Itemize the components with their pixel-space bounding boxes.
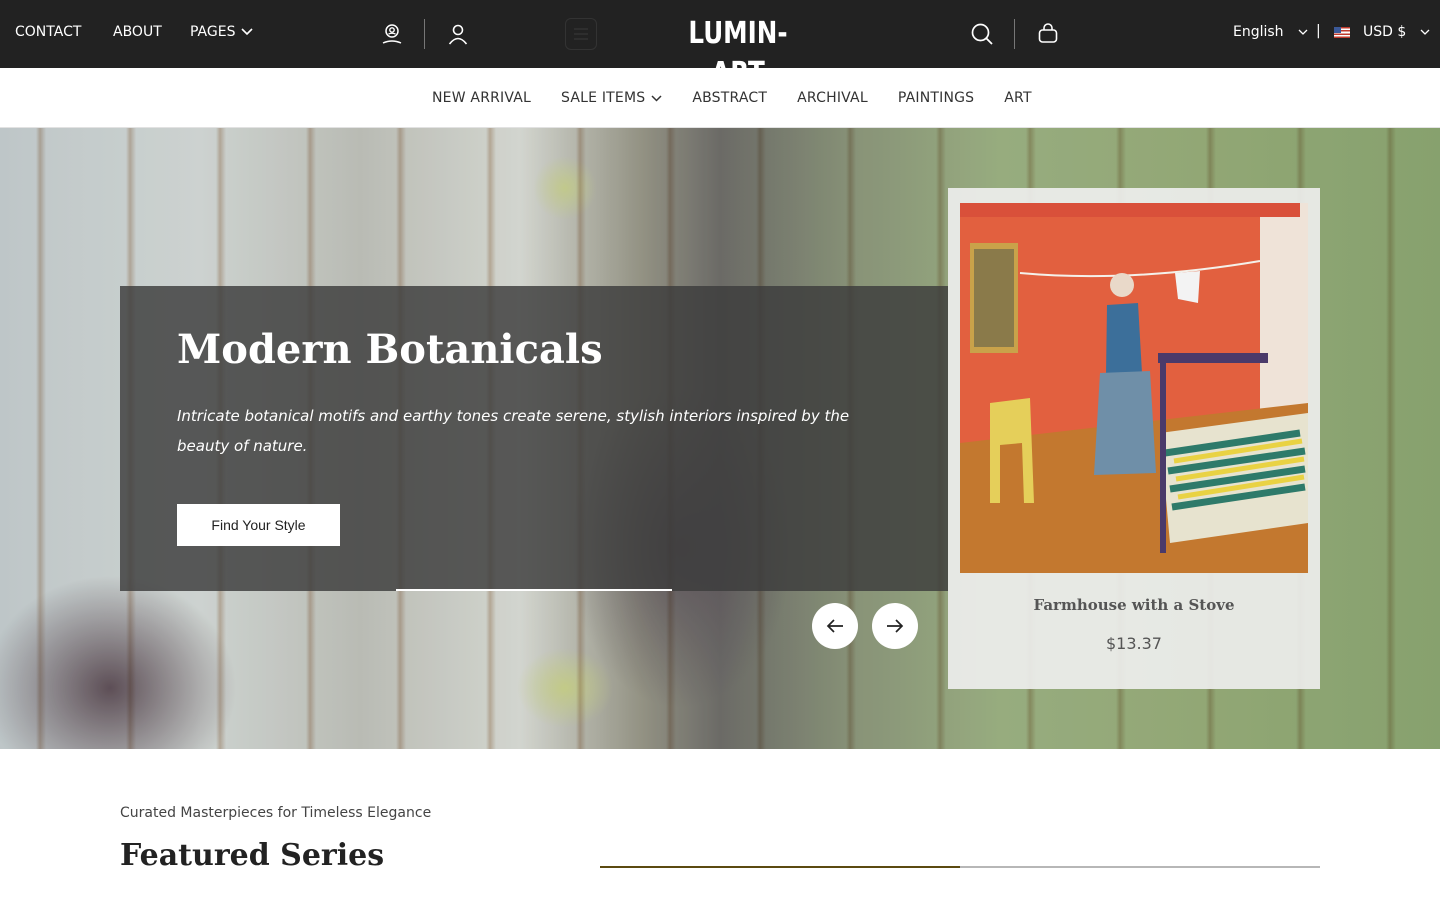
- slide-progress-bar: [396, 589, 672, 591]
- hero-description: Intricate botanical motifs and earthy to…: [177, 407, 850, 455]
- site-logo[interactable]: LUMIN-ART: [667, 14, 808, 91]
- chevron-down-icon: [651, 94, 662, 102]
- selector-separator: |: [1316, 23, 1321, 39]
- hamburger-icon: [574, 28, 588, 40]
- nav-sale-items[interactable]: SALE ITEMS: [561, 90, 662, 106]
- pages-label: PAGES: [190, 24, 236, 40]
- nav-archival[interactable]: ARCHIVAL: [797, 90, 868, 106]
- chevron-down-icon: [241, 28, 254, 36]
- currency-label: USD $: [1363, 24, 1407, 40]
- find-your-style-button[interactable]: Find Your Style: [177, 504, 340, 546]
- main-navigation: NEW ARRIVAL SALE ITEMS ABSTRACT ARCHIVAL…: [0, 68, 1440, 128]
- menu-toggle-button[interactable]: [565, 18, 597, 50]
- pages-menu[interactable]: PAGES: [190, 24, 254, 40]
- us-flag-icon: [1334, 26, 1350, 38]
- divider: [1014, 19, 1015, 49]
- nav-paintings[interactable]: PAINTINGS: [898, 90, 974, 106]
- nav-new-arrival[interactable]: NEW ARRIVAL: [432, 90, 531, 106]
- shopping-bag-icon: [1038, 23, 1058, 43]
- hero-slider: Modern Botanicals Intricate botanical mo…: [0, 128, 1440, 749]
- currency-selector[interactable]: USD $: [1334, 24, 1430, 40]
- nav-abstract[interactable]: ABSTRACT: [692, 90, 767, 106]
- featured-product-card[interactable]: Farmhouse with a Stove $13.37: [948, 188, 1320, 689]
- featured-series-title: Featured Series: [120, 838, 385, 873]
- store-locator-button[interactable]: [378, 20, 406, 48]
- nav-sale-items-label: SALE ITEMS: [561, 90, 646, 106]
- cart-button[interactable]: [1034, 20, 1062, 48]
- featured-eyebrow: Curated Masterpieces for Timeless Elegan…: [120, 805, 432, 821]
- search-button[interactable]: [968, 20, 996, 48]
- hero-title: Modern Botanicals: [177, 326, 603, 373]
- user-icon: [448, 24, 468, 45]
- painting-illustration: [960, 203, 1308, 573]
- arrow-right-icon: [887, 619, 904, 633]
- divider: [424, 19, 425, 49]
- nav-art[interactable]: ART: [1004, 90, 1031, 106]
- featured-scrollbar-thumb[interactable]: [600, 866, 960, 868]
- search-icon: [971, 23, 993, 45]
- product-price: $13.37: [1106, 634, 1162, 653]
- account-button[interactable]: [444, 20, 472, 48]
- arrow-left-icon: [826, 619, 843, 633]
- previous-slide-button[interactable]: [812, 603, 858, 649]
- product-image[interactable]: [960, 203, 1308, 573]
- product-title[interactable]: Farmhouse with a Stove: [948, 596, 1320, 614]
- about-link[interactable]: ABOUT: [113, 24, 162, 40]
- next-slide-button[interactable]: [872, 603, 918, 649]
- chevron-down-icon: [1420, 29, 1430, 35]
- top-bar: CONTACT ABOUT PAGES LUMIN-ART: [0, 0, 1440, 91]
- language-selector[interactable]: English: [1233, 24, 1308, 40]
- location-user-icon: [382, 24, 402, 44]
- chevron-down-icon: [1298, 29, 1308, 35]
- language-label: English: [1233, 24, 1284, 40]
- contact-link[interactable]: CONTACT: [15, 24, 81, 40]
